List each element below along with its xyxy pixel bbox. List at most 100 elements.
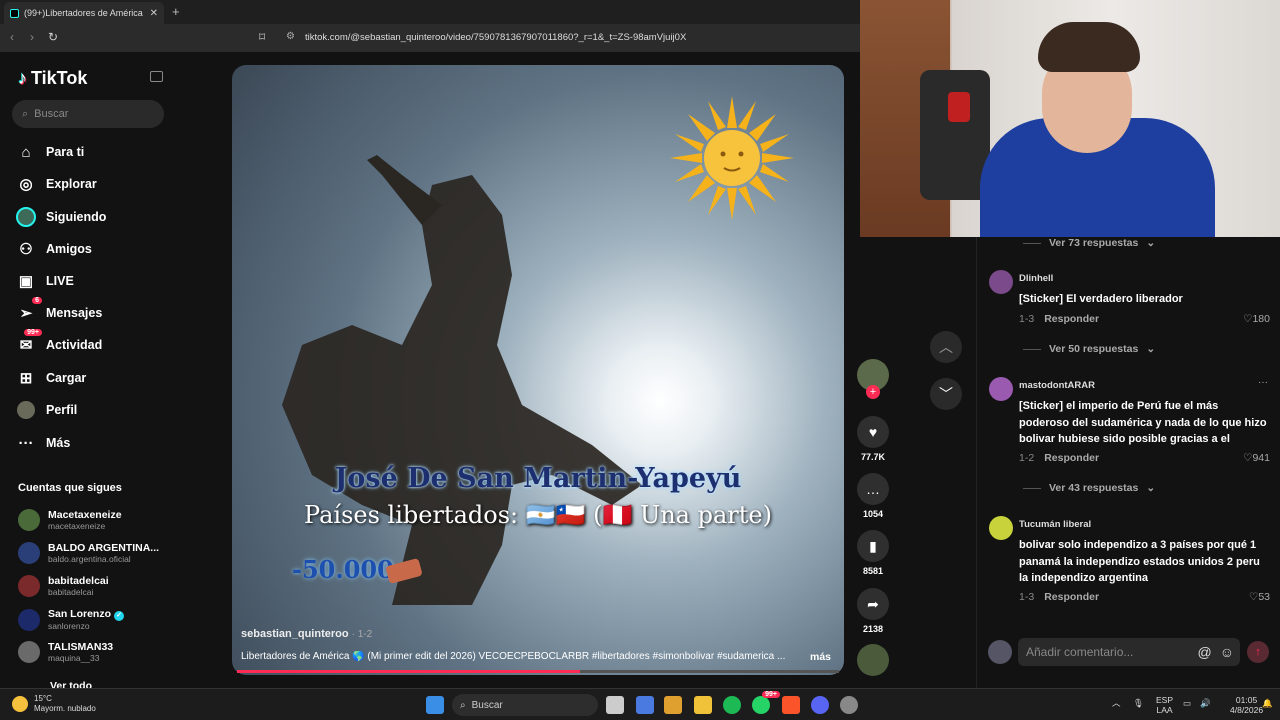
search-placeholder: Buscar bbox=[34, 108, 69, 120]
avatar bbox=[18, 608, 40, 631]
app-icon[interactable] bbox=[636, 696, 654, 714]
webcam-red-object bbox=[948, 92, 970, 122]
nav-amigos[interactable]: ⚇ Amigos bbox=[16, 239, 92, 259]
notification-icon[interactable]: 🔔 bbox=[1262, 698, 1273, 708]
app-icon[interactable] bbox=[840, 696, 858, 714]
site-info-icon[interactable]: ⚙ bbox=[286, 31, 295, 42]
mention-icon[interactable]: @ bbox=[1197, 644, 1211, 660]
comment-like[interactable]: ♡941 bbox=[1243, 452, 1270, 464]
file-explorer-icon[interactable] bbox=[694, 696, 712, 714]
microphone-icon[interactable]: 🎙 bbox=[1133, 698, 1144, 708]
avatar bbox=[18, 575, 40, 597]
brave-icon[interactable] bbox=[782, 696, 800, 714]
more-link[interactable]: más bbox=[810, 651, 831, 663]
music-disc-icon bbox=[857, 644, 889, 676]
comment-like[interactable]: ♡53 bbox=[1249, 591, 1270, 603]
new-tab-icon[interactable]: + bbox=[172, 4, 180, 19]
close-tab-icon[interactable]: ✕ bbox=[150, 8, 158, 19]
taskbar-search[interactable]: ⌕ Buscar bbox=[452, 694, 598, 716]
bookmark-icon[interactable]: ⌑ bbox=[259, 30, 265, 44]
comment-text: [Sticker] el imperio de Perú fue el más … bbox=[1019, 400, 1267, 445]
comment-username[interactable]: Tucumán liberal bbox=[1019, 519, 1091, 530]
follow-plus-icon[interactable]: + bbox=[866, 385, 880, 399]
copilot-icon[interactable] bbox=[664, 696, 682, 714]
whatsapp-badge: 99+ bbox=[762, 691, 780, 698]
nav-perfil[interactable]: Perfil bbox=[16, 400, 77, 420]
comment-input[interactable]: Añadir comentario... @ ☺ bbox=[1018, 638, 1240, 666]
comment-username[interactable]: mastodontARAR bbox=[1019, 380, 1095, 391]
spotify-icon[interactable] bbox=[723, 696, 741, 714]
network-icon[interactable]: ▭ bbox=[1183, 698, 1191, 708]
emoji-icon[interactable]: ☺ bbox=[1220, 644, 1234, 660]
following-account[interactable]: San Lorenzo ✓ sanlorenzo bbox=[18, 608, 125, 631]
next-video-button[interactable]: ﹀ bbox=[930, 378, 962, 410]
comment-date: 1-3 bbox=[1019, 591, 1035, 603]
reply-button[interactable]: Responder bbox=[1044, 313, 1099, 325]
tiktok-logo[interactable]: ♪ TikTok bbox=[18, 68, 87, 89]
lang-code: ESP bbox=[1156, 695, 1174, 705]
comment-avatar[interactable] bbox=[989, 516, 1013, 540]
account-handle: babitadelcai bbox=[48, 587, 94, 597]
nav-explorar[interactable]: ◎ Explorar bbox=[16, 174, 96, 194]
language-indicator[interactable]: ESP LAA bbox=[1156, 695, 1173, 715]
author-avatar-button[interactable]: + bbox=[857, 359, 889, 399]
like-count: 77.7K bbox=[860, 452, 886, 462]
video-progress-bar[interactable] bbox=[237, 670, 839, 673]
reload-icon[interactable]: ↻ bbox=[48, 30, 58, 44]
discord-icon[interactable] bbox=[811, 696, 829, 714]
volume-icon[interactable]: 🔊 bbox=[1200, 698, 1211, 708]
nav-live[interactable]: ▣ LIVE bbox=[16, 271, 74, 291]
forward-icon[interactable]: › bbox=[30, 30, 34, 44]
send-comment-button[interactable]: ↑ bbox=[1247, 641, 1269, 663]
back-icon[interactable]: ‹ bbox=[10, 30, 14, 44]
more-options-icon[interactable]: ··· bbox=[1258, 377, 1268, 388]
messages-badge: 6 bbox=[32, 297, 42, 304]
comment-username[interactable]: Dlinhell bbox=[1019, 273, 1053, 284]
nav-para-ti[interactable]: ⌂ Para ti bbox=[16, 142, 84, 162]
comment-like[interactable]: ♡180 bbox=[1243, 313, 1270, 325]
account-name: TALISMAN33 bbox=[48, 641, 114, 653]
view-replies-button[interactable]: Ver 73 respuestas ⌄ bbox=[1023, 237, 1155, 249]
nav-siguiendo[interactable]: Siguiendo bbox=[16, 207, 106, 227]
task-view-icon[interactable] bbox=[606, 696, 624, 714]
comment-avatar[interactable] bbox=[989, 377, 1013, 401]
save-count: 8581 bbox=[862, 566, 884, 576]
search-input[interactable]: ⌕ Buscar bbox=[12, 100, 164, 128]
weather-widget[interactable]: 15°C Mayorm. nublado bbox=[12, 694, 96, 714]
nav-actividad[interactable]: ✉ 99+ Actividad bbox=[16, 329, 102, 355]
like-button[interactable]: ♥ 77.7K bbox=[857, 416, 889, 462]
video-author[interactable]: sebastian_quinteroo · 1-2 bbox=[241, 628, 372, 640]
comment-avatar[interactable] bbox=[989, 270, 1013, 294]
start-icon[interactable] bbox=[426, 696, 444, 714]
url-field[interactable]: tiktok.com/@sebastian_quinteroo/video/75… bbox=[305, 32, 686, 43]
show-hidden-icons-icon[interactable]: ︿ bbox=[1112, 698, 1121, 708]
previous-video-button[interactable]: ︿ bbox=[930, 331, 962, 363]
following-account[interactable]: TALISMAN33 maquina__33 bbox=[18, 641, 113, 663]
reply-button[interactable]: Responder bbox=[1044, 452, 1099, 464]
following-account[interactable]: Macetaxeneize macetaxeneize bbox=[18, 509, 122, 531]
sound-disc[interactable] bbox=[857, 644, 889, 676]
comment-icon: … bbox=[857, 473, 889, 505]
collapse-sidebar-icon[interactable] bbox=[150, 71, 163, 82]
nav-mas[interactable]: ··· Más bbox=[16, 433, 71, 453]
chevron-down-icon: ⌄ bbox=[1146, 237, 1156, 249]
bookmark-icon: ▮ bbox=[857, 530, 889, 562]
video-date: · 1-2 bbox=[351, 629, 373, 640]
nav-mensajes[interactable]: ➢ 6 Mensajes bbox=[16, 297, 102, 323]
comment-button[interactable]: … 1054 bbox=[857, 473, 889, 519]
view-replies-button[interactable]: Ver 43 respuestas ⌄ bbox=[1023, 482, 1155, 494]
nav-cargar[interactable]: ⊞ Cargar bbox=[16, 368, 87, 388]
nav-label: Amigos bbox=[46, 242, 92, 256]
whatsapp-icon[interactable]: 99+ bbox=[752, 691, 780, 714]
following-account[interactable]: babitadelcai babitadelcai bbox=[18, 575, 109, 597]
clock[interactable]: 01:05 4/8/2026 bbox=[1230, 695, 1263, 715]
chevron-down-icon: ⌄ bbox=[1146, 343, 1156, 355]
browser-tab[interactable]: (99+)Libertadores de América ✕ bbox=[4, 2, 164, 24]
reply-button[interactable]: Responder bbox=[1044, 591, 1099, 603]
video-player[interactable]: José De San Martin-Yapeyú Países liberta… bbox=[232, 65, 844, 675]
sun-of-may-icon bbox=[670, 96, 794, 220]
share-button[interactable]: ➦ 2138 bbox=[857, 588, 889, 634]
following-account[interactable]: BALDO ARGENTINA... baldo.argentina.oficia… bbox=[18, 542, 159, 564]
save-button[interactable]: ▮ 8581 bbox=[857, 530, 889, 576]
view-replies-button[interactable]: Ver 50 respuestas ⌄ bbox=[1023, 343, 1155, 355]
